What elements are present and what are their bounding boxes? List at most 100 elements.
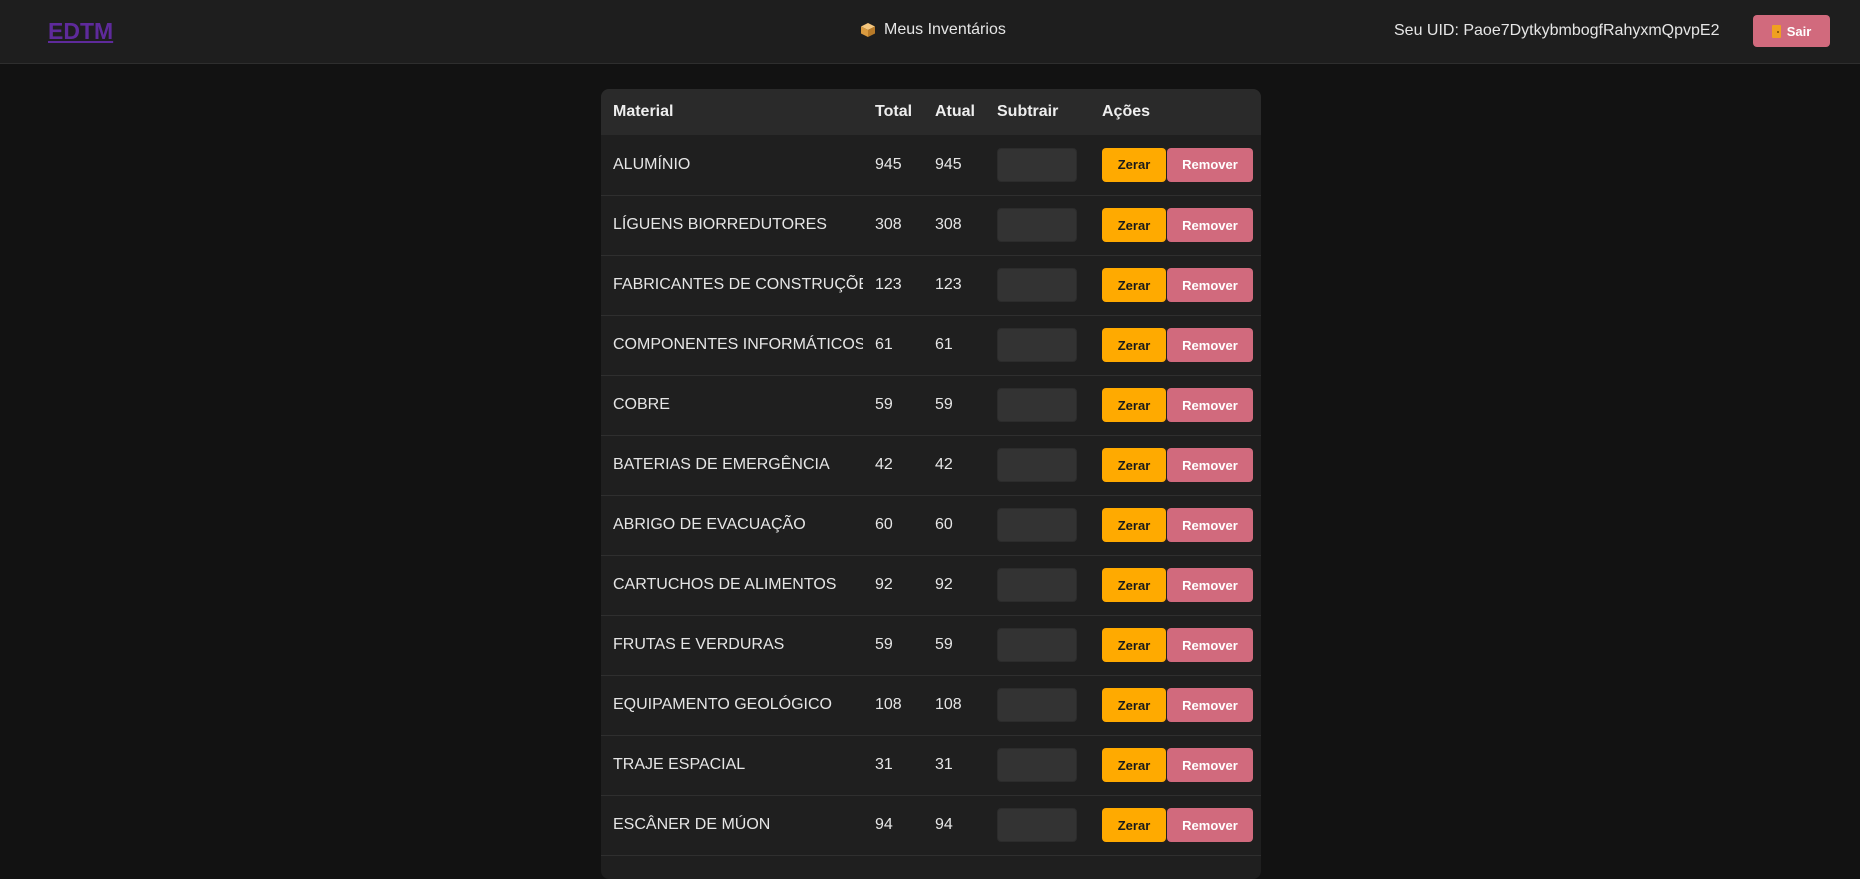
- actions-cell: Zerar Remover: [1090, 495, 1261, 555]
- zerar-button[interactable]: Zerar: [1102, 388, 1166, 422]
- actions-cell: Zerar Remover: [1090, 195, 1261, 255]
- row-actions: Zerar Remover: [1102, 448, 1261, 482]
- atual-cell: 308: [935, 216, 962, 233]
- door-icon: [1771, 24, 1781, 38]
- subtract-input[interactable]: [997, 388, 1077, 422]
- actions-cell: Zerar Remover: [1090, 795, 1261, 855]
- subtrair-cell: [985, 135, 1090, 195]
- column-header-total: Total: [875, 103, 913, 120]
- table-row: ESCÂNER DE MÚON 94 94 Zerar Remover: [601, 795, 1261, 855]
- logout-button[interactable]: Sair: [1753, 15, 1830, 47]
- row-actions: Zerar Remover: [1102, 328, 1261, 362]
- column-header-material: Material: [613, 103, 674, 120]
- total-cell: 108: [875, 696, 902, 713]
- table-row: ABRIGO DE EVACUAÇÃO 60 60 Zerar Remover: [601, 495, 1261, 555]
- row-actions: Zerar Remover: [1102, 748, 1261, 782]
- zerar-button[interactable]: Zerar: [1102, 328, 1166, 362]
- row-actions: Zerar Remover: [1102, 508, 1261, 542]
- remover-button[interactable]: Remover: [1167, 628, 1253, 662]
- subtrair-cell: [985, 735, 1090, 795]
- subtract-input[interactable]: [997, 328, 1077, 362]
- remover-button[interactable]: Remover: [1167, 208, 1253, 242]
- atual-cell: 59: [935, 636, 953, 653]
- atual-cell: 59: [935, 396, 953, 413]
- material-cell: TRAJE ESPACIAL: [613, 756, 746, 773]
- zerar-button[interactable]: Zerar: [1102, 508, 1166, 542]
- table-row: BATERIAS DE EMERGÊNCIA 42 42 Zerar Remover: [601, 435, 1261, 495]
- table-row: COBRE 59 59 Zerar Remover: [601, 375, 1261, 435]
- table-header-row: Material Total Atual Subtrair Ações: [601, 89, 1261, 135]
- table-row: ALUMÍNIO 945 945 Zerar Remover: [601, 135, 1261, 195]
- remover-button[interactable]: Remover: [1167, 147, 1253, 182]
- row-actions: Zerar Remover: [1102, 568, 1261, 602]
- atual-cell: 61: [935, 336, 953, 353]
- logo-link[interactable]: EDTM: [48, 18, 113, 45]
- material-cell: EQUIPAMENTO GEOLÓGICO: [613, 696, 832, 713]
- zerar-button[interactable]: Zerar: [1102, 568, 1166, 602]
- remover-button[interactable]: Remover: [1167, 748, 1253, 782]
- subtract-input[interactable]: [997, 748, 1077, 782]
- subtract-input[interactable]: [997, 208, 1077, 242]
- subtract-input[interactable]: [997, 628, 1077, 662]
- subtrair-cell: [985, 375, 1090, 435]
- remover-button[interactable]: Remover: [1167, 808, 1253, 842]
- zerar-button[interactable]: Zerar: [1102, 688, 1166, 722]
- atual-cell: 60: [935, 516, 953, 533]
- zerar-button[interactable]: Zerar: [1102, 208, 1166, 242]
- subtrair-cell: [985, 315, 1090, 375]
- material-cell: ESCÂNER DE MÚON: [613, 816, 771, 833]
- column-header-acoes: Ações: [1102, 103, 1151, 120]
- subtrair-cell: [985, 555, 1090, 615]
- zerar-button[interactable]: Zerar: [1102, 448, 1166, 482]
- subtrair-cell: [985, 195, 1090, 255]
- atual-cell: 42: [935, 456, 953, 473]
- actions-cell: Zerar Remover: [1090, 255, 1261, 315]
- subtract-input[interactable]: [997, 508, 1077, 542]
- total-cell: 42: [875, 456, 893, 473]
- actions-cell: Zerar Remover: [1090, 615, 1261, 675]
- subtrair-cell: [985, 495, 1090, 555]
- inventory-table: Material Total Atual Subtrair Ações ALUM…: [601, 89, 1261, 856]
- subtract-input[interactable]: [997, 147, 1077, 182]
- remover-button[interactable]: Remover: [1167, 268, 1253, 302]
- remover-button[interactable]: Remover: [1167, 508, 1253, 542]
- subtract-input[interactable]: [997, 268, 1077, 302]
- atual-cell: 945: [935, 155, 962, 173]
- row-actions: Zerar Remover: [1102, 268, 1261, 302]
- atual-cell: 92: [935, 576, 953, 593]
- subtract-input[interactable]: [997, 808, 1077, 842]
- table-row: EQUIPAMENTO GEOLÓGICO 108 108 Zerar Remover: [601, 675, 1261, 735]
- material-cell: BATERIAS DE EMERGÊNCIA: [613, 456, 830, 473]
- remover-button[interactable]: Remover: [1167, 328, 1253, 362]
- remover-button[interactable]: Remover: [1167, 688, 1253, 722]
- page-title-text: Meus Inventários: [884, 21, 1006, 38]
- material-cell: FRUTAS E VERDURAS: [613, 636, 785, 653]
- remover-button[interactable]: Remover: [1167, 448, 1253, 482]
- zerar-button[interactable]: Zerar: [1102, 147, 1166, 182]
- remover-button[interactable]: Remover: [1167, 388, 1253, 422]
- actions-cell: Zerar Remover: [1090, 735, 1261, 795]
- total-cell: 308: [875, 216, 902, 233]
- total-cell: 31: [875, 756, 893, 773]
- table-row: TRAJE ESPACIAL 31 31 Zerar Remover: [601, 735, 1261, 795]
- actions-cell: Zerar Remover: [1090, 135, 1261, 195]
- material-cell: FABRICANTES DE CONSTRUÇÕES: [613, 276, 863, 293]
- zerar-button[interactable]: Zerar: [1102, 748, 1166, 782]
- zerar-button[interactable]: Zerar: [1102, 268, 1166, 302]
- material-cell: ALUMÍNIO: [613, 155, 691, 173]
- page-title: Meus Inventários: [860, 21, 1006, 39]
- subtract-input[interactable]: [997, 568, 1077, 602]
- subtract-input[interactable]: [997, 688, 1077, 722]
- subtract-input[interactable]: [997, 448, 1077, 482]
- total-cell: 59: [875, 636, 893, 653]
- table-row: FABRICANTES DE CONSTRUÇÕES 123 123 Zerar Rem…: [601, 255, 1261, 315]
- remover-button[interactable]: Remover: [1167, 568, 1253, 602]
- total-cell: 60: [875, 516, 893, 533]
- logout-label: Sair: [1786, 23, 1812, 39]
- material-cell: COMPONENTES INFORMÁTICOS: [613, 336, 863, 353]
- table-row: LÍGUENS BIORREDUTORES 308 308 Zerar Remover: [601, 195, 1261, 255]
- zerar-button[interactable]: Zerar: [1102, 808, 1166, 842]
- zerar-button[interactable]: Zerar: [1102, 628, 1166, 662]
- subtrair-cell: [985, 435, 1090, 495]
- table-row: COMPONENTES INFORMÁTICOS 61 61 Zerar Remover: [601, 315, 1261, 375]
